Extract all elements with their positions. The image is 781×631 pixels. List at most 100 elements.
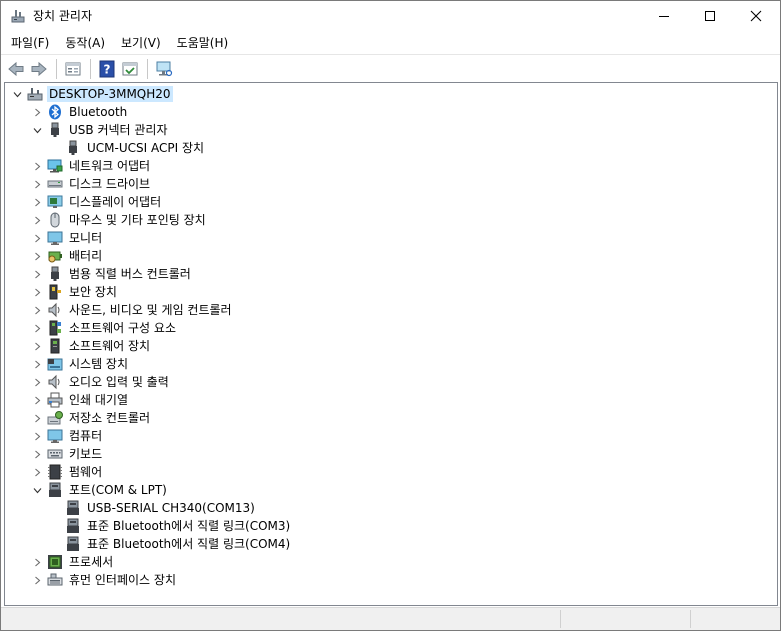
tree-node[interactable]: 사운드, 비디오 및 게임 컨트롤러 — [5, 301, 777, 319]
expand-toggle[interactable] — [31, 376, 43, 388]
chevron-right-icon — [34, 180, 40, 188]
tree-node-label: 키보드 — [69, 447, 103, 461]
tree-node[interactable]: 범용 직렬 버스 컨트롤러 — [5, 265, 777, 283]
menu-view[interactable]: 보기(V) — [115, 33, 167, 53]
firmware-icon — [47, 464, 63, 480]
expand-toggle[interactable] — [31, 196, 43, 208]
expand-toggle[interactable] — [31, 304, 43, 316]
menu-action[interactable]: 동작(A) — [59, 33, 111, 53]
menu-file[interactable]: 파일(F) — [5, 33, 55, 53]
expand-toggle[interactable] — [31, 574, 43, 586]
expand-toggle[interactable] — [31, 232, 43, 244]
chevron-right-icon — [34, 378, 40, 386]
tree-node[interactable]: 컴퓨터 — [5, 427, 777, 445]
tree-node[interactable]: 표준 Bluetooth에서 직렬 링크(COM3) — [5, 517, 777, 535]
expand-toggle[interactable] — [31, 448, 43, 460]
tree-node-label: DESKTOP-3MMQH20 — [47, 86, 173, 102]
tree-node-label: 배터리 — [69, 249, 103, 263]
tree-node-label: 오디오 입력 및 출력 — [69, 375, 169, 389]
monitor-icon — [47, 230, 63, 246]
display-adapter-icon — [47, 194, 63, 210]
tree-node[interactable]: 시스템 장치 — [5, 355, 777, 373]
tree-node[interactable]: 인쇄 대기열 — [5, 391, 777, 409]
chevron-down-icon — [33, 487, 41, 493]
status-bar — [1, 607, 780, 630]
battery-icon — [47, 248, 63, 264]
collapse-toggle[interactable] — [31, 124, 43, 136]
expand-toggle[interactable] — [31, 268, 43, 280]
close-icon — [750, 10, 762, 22]
expand-toggle[interactable] — [31, 340, 43, 352]
chevron-down-icon — [33, 127, 41, 133]
tree-node[interactable]: 펌웨어 — [5, 463, 777, 481]
chevron-right-icon — [34, 108, 40, 116]
collapse-toggle[interactable] — [31, 484, 43, 496]
expand-toggle[interactable] — [31, 106, 43, 118]
tree-node[interactable]: DESKTOP-3MMQH20 — [5, 85, 777, 103]
speaker-icon — [47, 374, 63, 390]
expand-toggle[interactable] — [31, 178, 43, 190]
update-driver-button[interactable] — [119, 58, 141, 80]
tree-node[interactable]: 배터리 — [5, 247, 777, 265]
tree-node[interactable]: 보안 장치 — [5, 283, 777, 301]
tree-node-label: 디스플레이 어댑터 — [69, 195, 162, 209]
tree-node-label: USB 커넥터 관리자 — [69, 123, 168, 137]
tree-node-label: 인쇄 대기열 — [69, 393, 129, 407]
expand-toggle[interactable] — [31, 412, 43, 424]
expand-toggle[interactable] — [31, 358, 43, 370]
tree-node[interactable]: 모니터 — [5, 229, 777, 247]
maximize-button[interactable] — [687, 1, 733, 31]
tree-node-label: 휴먼 인터페이스 장치 — [69, 573, 176, 587]
title-bar[interactable]: 장치 관리자 — [1, 1, 780, 31]
expand-toggle[interactable] — [31, 214, 43, 226]
collapse-toggle[interactable] — [11, 88, 23, 100]
scan-hardware-button[interactable] — [153, 58, 175, 80]
window-title: 장치 관리자 — [33, 9, 93, 23]
expand-toggle[interactable] — [31, 160, 43, 172]
expand-toggle[interactable] — [31, 394, 43, 406]
port-icon — [47, 482, 63, 498]
tree-node[interactable]: USB-SERIAL CH340(COM13) — [5, 499, 777, 517]
tree-node-label: 사운드, 비디오 및 게임 컨트롤러 — [69, 303, 232, 317]
tree-node[interactable]: 소프트웨어 장치 — [5, 337, 777, 355]
expand-toggle[interactable] — [31, 286, 43, 298]
tree-node[interactable]: Bluetooth — [5, 103, 777, 121]
tree-node[interactable]: 네트워크 어댑터 — [5, 157, 777, 175]
tree-node[interactable]: 휴먼 인터페이스 장치 — [5, 571, 777, 589]
properties-button[interactable] — [62, 58, 84, 80]
expand-toggle[interactable] — [31, 556, 43, 568]
tree-node[interactable]: 저장소 컨트롤러 — [5, 409, 777, 427]
tree-node[interactable]: 프로세서 — [5, 553, 777, 571]
expand-toggle[interactable] — [31, 430, 43, 442]
expand-toggle[interactable] — [31, 250, 43, 262]
tree-node[interactable]: 마우스 및 기타 포인팅 장치 — [5, 211, 777, 229]
tree-node[interactable]: UCM-UCSI ACPI 장치 — [5, 139, 777, 157]
tree-node[interactable]: 디스크 드라이브 — [5, 175, 777, 193]
tree-node[interactable]: 디스플레이 어댑터 — [5, 193, 777, 211]
help-button[interactable]: ? — [96, 58, 118, 80]
back-icon — [8, 61, 24, 76]
device-tree-panel[interactable]: DESKTOP-3MMQH20 Bluetooth USB 커넥터 관리자 UCM-U… — [4, 82, 778, 606]
chevron-right-icon — [34, 450, 40, 458]
chevron-right-icon — [34, 342, 40, 350]
tree-node[interactable]: 소프트웨어 구성 요소 — [5, 319, 777, 337]
system-device-icon — [47, 356, 63, 372]
forward-button[interactable] — [28, 58, 50, 80]
tree-node-label: 저장소 컨트롤러 — [69, 411, 151, 425]
computer-icon — [27, 86, 43, 102]
tree-node[interactable]: 표준 Bluetooth에서 직렬 링크(COM4) — [5, 535, 777, 553]
tree-node[interactable]: 키보드 — [5, 445, 777, 463]
tree-node[interactable]: 포트(COM & LPT) — [5, 481, 777, 499]
close-button[interactable] — [733, 1, 779, 31]
tree-node[interactable]: 오디오 입력 및 출력 — [5, 373, 777, 391]
expand-toggle[interactable] — [31, 466, 43, 478]
tree-node-label: 보안 장치 — [69, 285, 117, 299]
expand-toggle[interactable] — [31, 322, 43, 334]
back-button[interactable] — [5, 58, 27, 80]
tree-node-label: 시스템 장치 — [69, 357, 129, 371]
tree-node[interactable]: USB 커넥터 관리자 — [5, 121, 777, 139]
printer-icon — [47, 392, 63, 408]
minimize-button[interactable] — [641, 1, 687, 31]
software-component-icon — [47, 320, 63, 336]
menu-help[interactable]: 도움말(H) — [171, 33, 235, 53]
